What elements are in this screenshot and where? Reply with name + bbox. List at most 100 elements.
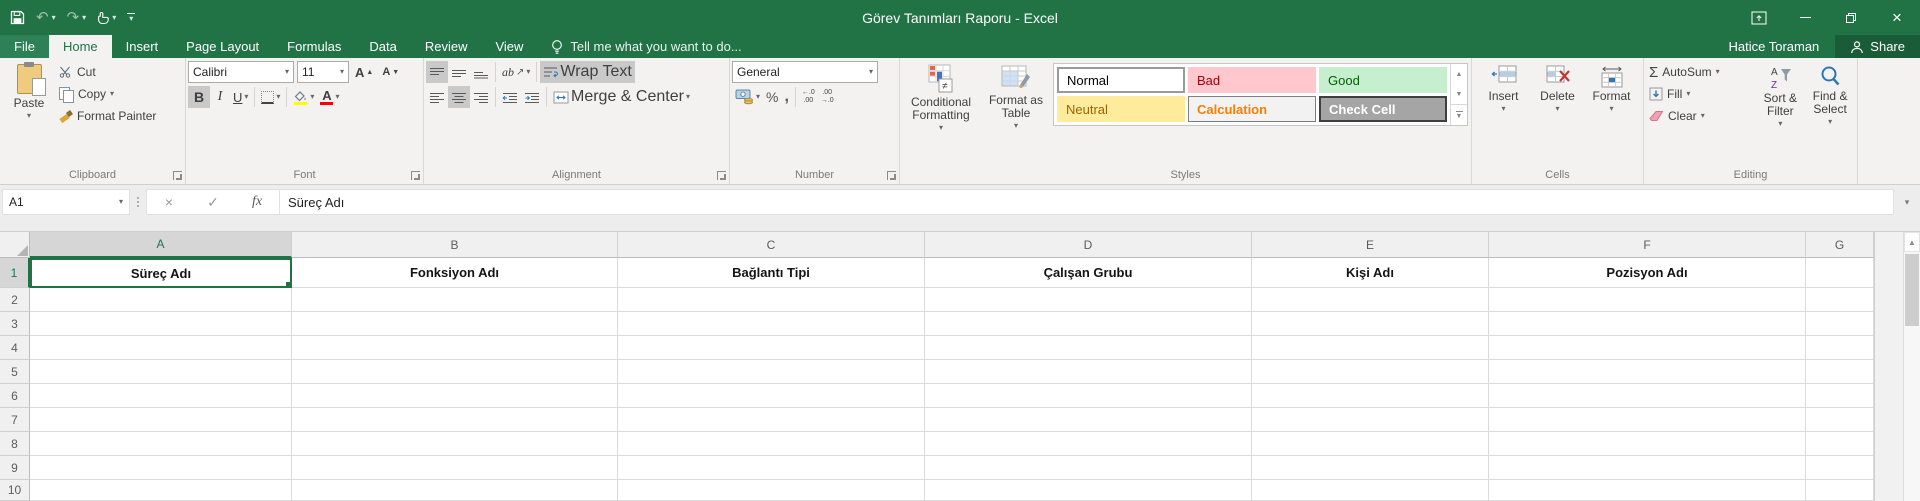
chevron-down-icon[interactable]: ▾ [112,13,116,22]
name-box[interactable]: A1 ▾ [2,189,130,215]
cell[interactable] [1489,480,1806,501]
chevron-down-icon[interactable]: ▾ [1555,105,1559,113]
row-header-2[interactable]: 2 [0,288,30,312]
cell[interactable] [1252,336,1489,360]
font-size-combo[interactable]: 11 ▾ [297,61,349,83]
cell[interactable] [1252,288,1489,312]
tab-insert[interactable]: Insert [112,35,173,58]
tab-file[interactable]: File [0,35,49,58]
select-all-corner[interactable] [0,232,30,258]
cell[interactable] [1489,336,1806,360]
cell[interactable] [1806,360,1874,384]
cell[interactable] [618,432,925,456]
chevron-down-icon[interactable]: ▾ [1014,122,1018,130]
row-header-5[interactable]: 5 [0,360,30,384]
font-color-button[interactable]: A ▾ [317,86,342,108]
borders-button[interactable]: ▾ [258,86,283,108]
find-select-button[interactable]: Find & Select ▾ [1805,61,1855,126]
row-header-4[interactable]: 4 [0,336,30,360]
top-align-button[interactable] [426,61,448,83]
cell[interactable] [292,288,618,312]
tab-data[interactable]: Data [355,35,410,58]
underline-button[interactable]: U ▾ [230,86,251,108]
column-header-b[interactable]: B [292,232,618,258]
row-header-8[interactable]: 8 [0,432,30,456]
cell[interactable] [618,480,925,501]
cut-button[interactable]: Cut [56,61,159,83]
close-button[interactable]: × [1874,0,1920,35]
chevron-down-icon[interactable]: ▾ [1716,68,1720,76]
cell[interactable] [618,408,925,432]
bold-button[interactable]: B [188,86,210,108]
insert-cells-button[interactable]: Insert ▾ [1478,61,1530,113]
enter-check-icon[interactable]: ✓ [191,190,235,214]
accounting-format-button[interactable]: ▾ [732,86,763,108]
dialog-launcher-icon[interactable] [717,171,726,180]
cell[interactable] [292,312,618,336]
chevron-down-icon[interactable]: ▾ [756,93,760,101]
cell[interactable] [292,336,618,360]
chevron-down-icon[interactable]: ▾ [310,93,314,101]
merge-center-button[interactable]: Merge & Center ▾ [550,86,693,108]
fill-color-button[interactable]: ▾ [290,86,317,108]
ribbon-display-options-icon[interactable] [1736,0,1782,35]
tab-review[interactable]: Review [411,35,482,58]
chevron-down-icon[interactable]: ▾ [244,93,248,101]
cell[interactable] [1252,312,1489,336]
cell-c1[interactable]: Bağlantı Tipi [618,258,925,288]
gallery-scroll-down-icon[interactable]: ▼ [1451,84,1467,104]
column-header-a[interactable]: A [30,232,292,258]
row-header-7[interactable]: 7 [0,408,30,432]
format-cells-button[interactable]: Format ▾ [1586,61,1638,113]
chevron-down-icon[interactable]: ▾ [335,93,339,101]
fill-button[interactable]: Fill ▾ [1646,83,1755,105]
cell[interactable] [618,336,925,360]
cell[interactable] [618,312,925,336]
comma-style-button[interactable]: , [781,86,791,108]
cell[interactable] [1252,384,1489,408]
bottom-align-button[interactable] [470,61,492,83]
column-header-f[interactable]: F [1489,232,1806,258]
cell[interactable] [925,456,1252,480]
cell[interactable] [1806,336,1874,360]
cancel-icon[interactable]: × [147,190,191,214]
format-as-table-button[interactable]: Format as Table ▾ [980,61,1052,130]
scrollbar-thumb[interactable] [1905,254,1919,326]
gallery-scroll-up-icon[interactable]: ▲ [1451,64,1467,84]
cell[interactable] [618,288,925,312]
cell[interactable] [1489,408,1806,432]
cell[interactable] [925,288,1252,312]
cell[interactable] [1252,456,1489,480]
center-button[interactable] [448,86,470,108]
cell[interactable] [30,408,292,432]
cell[interactable] [30,360,292,384]
chevron-down-icon[interactable]: ▾ [939,124,943,132]
italic-button[interactable]: I [210,86,230,108]
decrease-indent-button[interactable] [499,86,521,108]
cell[interactable] [1806,408,1874,432]
undo-button[interactable]: ↶ ▾ [36,10,56,25]
cell[interactable] [1806,384,1874,408]
cell[interactable] [30,312,292,336]
cell[interactable] [1806,312,1874,336]
cell[interactable] [618,384,925,408]
clear-button[interactable]: Clear ▾ [1646,105,1755,127]
cell[interactable] [30,288,292,312]
cell-a1-selected[interactable]: Süreç Adı [30,258,292,288]
cell[interactable] [925,360,1252,384]
chevron-down-icon[interactable]: ▾ [1686,90,1690,98]
align-right-button[interactable] [470,86,492,108]
conditional-formatting-button[interactable]: ≠ Conditional Formatting ▾ [902,61,980,132]
insert-function-icon[interactable]: fx [235,190,279,214]
cell[interactable] [1806,432,1874,456]
gallery-more-icon[interactable]: ▼ [1451,104,1467,125]
cell[interactable] [292,360,618,384]
number-format-combo[interactable]: General ▾ [732,61,878,83]
cell[interactable] [1489,456,1806,480]
tab-home[interactable]: Home [48,35,112,58]
minimize-button[interactable] [1782,0,1828,35]
cell[interactable] [618,456,925,480]
cell[interactable] [618,360,925,384]
cell[interactable] [1489,288,1806,312]
row-header-1[interactable]: 1 [0,258,30,288]
